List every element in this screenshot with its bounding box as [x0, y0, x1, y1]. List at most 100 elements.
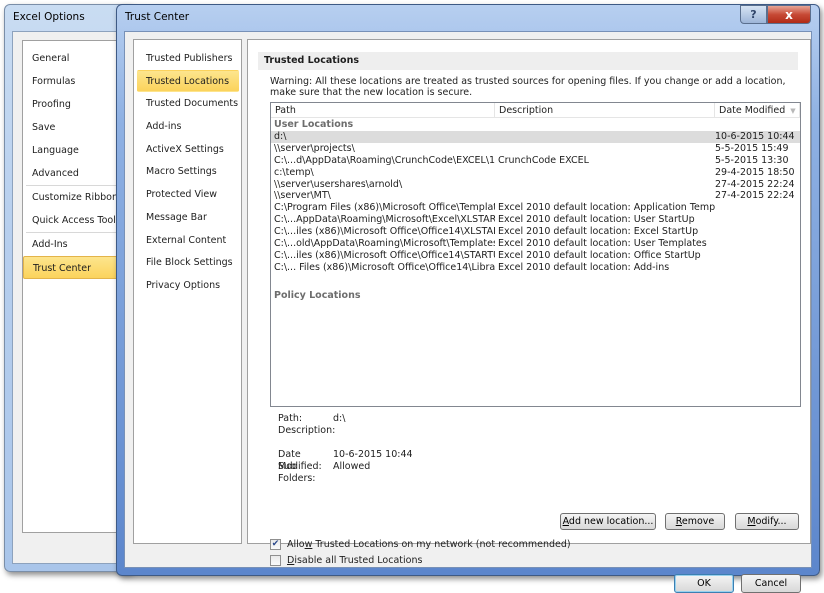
table-row[interactable]: C:\...d\AppData\Roaming\CrunchCode\EXCEL… [271, 155, 800, 167]
allow-network-locations-option[interactable]: ✔ Allow Trusted Locations on my network … [270, 539, 571, 550]
table-rows: d:\ 10-6-2015 10:44 \\server\projects\ 5-5-… [271, 131, 800, 274]
cell-date-modified [715, 214, 800, 226]
cell-date-modified [715, 238, 800, 250]
locations-table[interactable]: Path Description Date Modified ▼ User Lo… [270, 102, 801, 407]
trust-center-nav-macro-settings[interactable]: Macro Settings [137, 160, 239, 183]
cell-path: \\server\usershares\arnold\ [274, 178, 403, 190]
cell-path: C:\...iles (x86)\Microsoft Office\Office… [274, 226, 495, 238]
section-title: Trusted Locations [258, 52, 798, 70]
cell-path: C:\...old\AppData\Roaming\Microsoft\Temp… [274, 238, 495, 250]
cell-path: d:\ [274, 131, 287, 142]
trust-center-client: Trusted Publishers Trusted Locations Trust… [124, 31, 812, 593]
trust-center-nav-external-content[interactable]: External Content [137, 229, 239, 252]
trust-center-nav-activex-settings[interactable]: ActiveX Settings [137, 138, 239, 161]
group-label-policy-locations: Policy Locations [274, 289, 361, 301]
cell-description: Excel 2010 default location: User StartU… [498, 214, 695, 226]
allow-network-checkbox[interactable]: ✔ [270, 539, 281, 550]
ok-button[interactable]: OK [674, 574, 734, 593]
close-button[interactable]: x [767, 5, 811, 24]
trust-center-nav-file-block-settings[interactable]: File Block Settings [137, 251, 239, 274]
trust-center-nav: Trusted Publishers Trusted Locations Trust… [133, 39, 242, 544]
trust-center-nav-privacy-options[interactable]: Privacy Options [137, 274, 239, 297]
cell-path: C:\... Files (x86)\Microsoft Office\Offi… [274, 261, 495, 273]
cell-date-modified [715, 262, 800, 274]
cell-path: \\server\projects\ [274, 142, 355, 154]
cell-date-modified: 10-6-2015 10:44 [715, 131, 795, 142]
trust-center-nav-trusted-documents[interactable]: Trusted Documents [137, 92, 239, 115]
cell-description [495, 143, 715, 155]
trust-center-nav-protected-view[interactable]: Protected View [137, 183, 239, 206]
trust-center-nav-trusted-locations[interactable]: Trusted Locations [137, 69, 239, 93]
cell-date-modified: 27-4-2015 22:24 [715, 178, 795, 190]
column-header-path[interactable]: Path [271, 103, 495, 117]
table-header: Path Description Date Modified ▼ [271, 103, 800, 118]
trusted-locations-pane: Trusted Locations Warning: All these loc… [247, 39, 811, 566]
detail-path-value: d:\ [333, 413, 346, 424]
warning-text: Warning: All these locations are treated… [270, 76, 786, 98]
column-header-date-label: Date Modified [719, 105, 786, 116]
table-row[interactable]: \\server\MT\ 27-4-2015 22:24 [271, 190, 800, 202]
trust-center-nav-add-ins[interactable]: Add-ins [137, 115, 239, 138]
table-row[interactable]: C:\...AppData\Roaming\Microsoft\Excel\XL… [271, 214, 800, 226]
excel-options-client: General Formulas Proofing Save Language Advan… [12, 31, 136, 564]
detail-description-label: Description: [278, 425, 336, 436]
group-label-user-locations: User Locations [274, 119, 354, 130]
cell-description [495, 167, 715, 179]
remove-button[interactable]: Remove [665, 513, 725, 530]
trust-center-nav-message-bar[interactable]: Message Bar [137, 206, 239, 229]
table-row[interactable]: C:\...iles (x86)\Microsoft Office\Office… [271, 250, 800, 262]
cell-description [495, 131, 715, 143]
column-header-date-modified[interactable]: Date Modified ▼ [715, 103, 800, 117]
modify-button[interactable]: Modify... [735, 513, 799, 530]
table-row[interactable]: c:\temp\ 29-4-2015 18:50 [271, 167, 800, 179]
cell-date-modified [715, 202, 800, 214]
disable-all-checkbox[interactable] [270, 555, 281, 566]
excel-options-window: Excel Options General Formulas Proofing Sav… [4, 4, 136, 572]
cell-date-modified: 5-5-2015 13:30 [715, 154, 789, 166]
close-icon: x [785, 7, 793, 22]
table-row[interactable]: d:\ 10-6-2015 10:44 [271, 131, 800, 143]
help-icon: ? [750, 8, 757, 21]
cell-path: C:\...AppData\Roaming\Microsoft\Excel\XL… [274, 214, 495, 226]
help-button[interactable]: ? [740, 5, 767, 24]
trust-center-title: Trust Center [125, 11, 190, 23]
cell-path: C:\...d\AppData\Roaming\CrunchCode\EXCEL… [274, 154, 495, 166]
cell-path: C:\Program Files (x86)\Microsoft Office\… [274, 202, 495, 214]
allow-network-label: Allow Trusted Locations on my network (n… [287, 539, 571, 550]
cell-description: Excel 2010 default location: Add-ins [498, 261, 670, 273]
cell-description [495, 190, 715, 202]
cell-date-modified: 5-5-2015 15:49 [715, 142, 789, 154]
cell-description: Excel 2010 default location: Application… [498, 202, 715, 214]
table-row[interactable]: \\server\usershares\arnold\ 27-4-2015 22:… [271, 179, 800, 191]
cell-description: Excel 2010 default location: Office Star… [498, 249, 701, 261]
trust-center-nav-trusted-publishers[interactable]: Trusted Publishers [137, 47, 239, 70]
detail-subfolders-value: Allowed [333, 461, 371, 472]
detail-date-label: Date Modified: [278, 449, 322, 472]
detail-path-label: Path: [278, 413, 303, 424]
column-header-description[interactable]: Description [495, 103, 715, 117]
sort-arrow-icon: ▼ [790, 107, 796, 115]
cell-path: c:\temp\ [274, 166, 314, 178]
cell-path: C:\...iles (x86)\Microsoft Office\Office… [274, 249, 495, 261]
table-row[interactable]: C:\... Files (x86)\Microsoft Office\Offi… [271, 262, 800, 274]
disable-all-locations-option[interactable]: Disable all Trusted Locations [270, 555, 422, 566]
detail-subfolders-label: Sub Folders: [278, 461, 316, 484]
location-details: Path: d:\ Description: Date Modified: 10-6… [278, 413, 413, 484]
cell-description: Excel 2010 default location: User Templa… [498, 238, 707, 250]
cell-date-modified [715, 250, 800, 262]
excel-options-title: Excel Options [13, 11, 85, 23]
cell-date-modified: 27-4-2015 22:24 [715, 190, 795, 202]
cell-date-modified: 29-4-2015 18:50 [715, 166, 795, 178]
cell-date-modified [715, 226, 800, 238]
add-new-location-button[interactable]: Add new location... [560, 513, 656, 530]
trust-center-window: Trust Center ? x Trusted Publishers Trust… [116, 4, 820, 593]
cell-path: \\server\MT\ [274, 190, 331, 202]
table-row[interactable]: C:\...old\AppData\Roaming\Microsoft\Temp… [271, 238, 800, 250]
cell-description [495, 179, 715, 191]
caption-buttons: ? x [740, 5, 811, 24]
table-row[interactable]: \\server\projects\ 5-5-2015 15:49 [271, 143, 800, 155]
cancel-button[interactable]: Cancel [741, 574, 801, 593]
detail-date-value: 10-6-2015 10:44 [333, 449, 413, 460]
table-row[interactable]: C:\...iles (x86)\Microsoft Office\Office… [271, 226, 800, 238]
table-row[interactable]: C:\Program Files (x86)\Microsoft Office\… [271, 202, 800, 214]
